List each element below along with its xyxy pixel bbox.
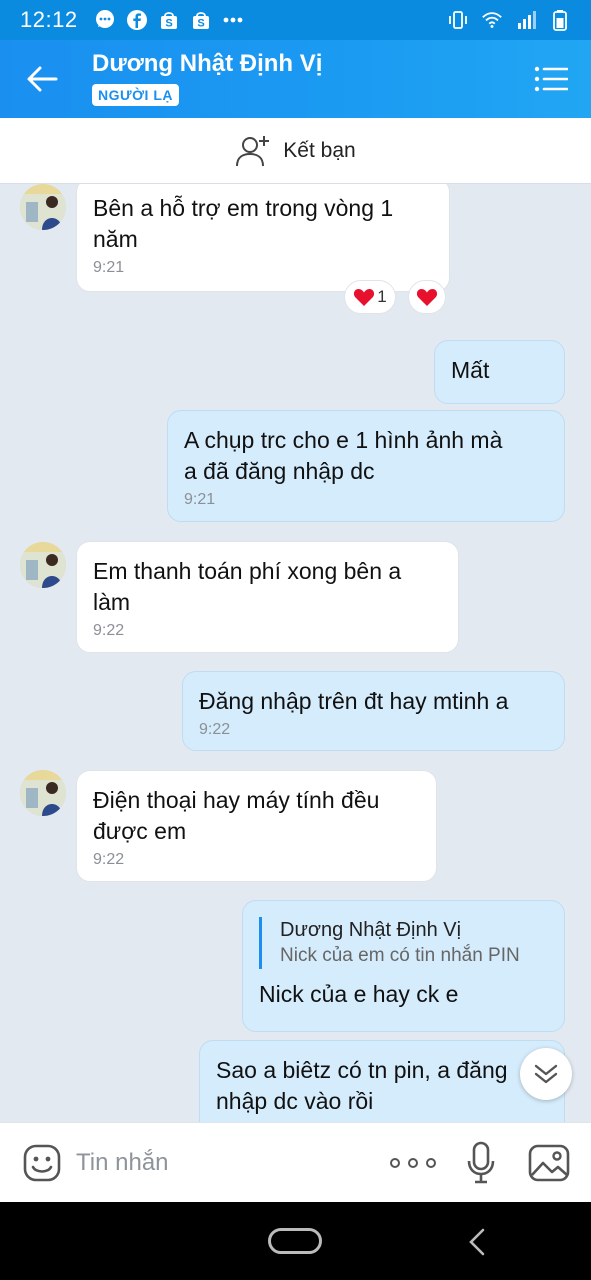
back-button[interactable] [22,62,62,96]
contact-name[interactable]: Dương Nhật Định Vị [92,50,322,78]
svg-text:S: S [165,18,172,30]
reaction-badge[interactable] [408,280,446,314]
contact-avatar[interactable] [20,184,66,230]
status-time: 12:12 [20,7,78,32]
more-options-button[interactable] [390,1151,436,1175]
contact-avatar[interactable] [20,770,66,816]
chevron-left-icon [469,1228,485,1256]
dot-icon [390,1158,400,1168]
quote-author: Dương Nhật Định Vị [280,919,462,941]
message-text: Bên a hỗ trợ em trong vòng 1 năm [93,195,394,252]
heart-icon [416,289,438,306]
sticker-button[interactable] [22,1143,62,1183]
message-bubble[interactable]: Dương Nhật Định Vị Nick của em có tin nh… [242,900,565,1032]
chat-header: Dương Nhật Định Vị NGƯỜI LẠ [0,40,591,118]
message-time: 9:22 [199,721,231,738]
message-time: 9:21 [184,491,216,508]
double-chevron-down-icon [534,1064,558,1084]
reaction-badge[interactable]: 1 [344,280,396,314]
reaction-count: 1 [377,287,387,306]
message-bubble[interactable]: Sao a biêtz có tn pin, a đăng nhập dc vào… [199,1040,565,1122]
signal-icon [515,9,537,31]
message-bubble[interactable]: Em thanh toán phí xong bên a làm 9:22 [76,541,459,653]
add-friend-label: Kết bạn [283,138,356,162]
microphone-icon [467,1141,495,1184]
message-bubble[interactable]: Mất [434,340,565,404]
message-bubble[interactable]: A chụp trc cho e 1 hình ảnh mà a đã đăng … [167,410,565,522]
more-dots-icon [222,9,244,31]
dot-icon [426,1158,436,1168]
contact-avatar[interactable] [20,542,66,588]
message-bubble[interactable]: Bên a hỗ trợ em trong vòng 1 năm 9:21 [76,184,450,292]
message-bubble[interactable]: Điện thoại hay máy tính đều được em 9:22 [76,770,437,882]
heart-icon [354,289,375,306]
message-time: 9:22 [93,622,125,639]
smiley-icon [23,1144,61,1182]
photo-button[interactable] [528,1143,570,1183]
scroll-to-bottom-button[interactable] [520,1048,572,1100]
system-back-button[interactable] [466,1228,488,1256]
message-text: Điện thoại hay máy tính đều được em [93,787,380,844]
shop-icon: S [158,9,180,31]
message-text: Sao a biêtz có tn pin, a đăng nhập dc vào… [216,1057,508,1114]
reply-quote[interactable]: Dương Nhật Định Vị Nick của em có tin nh… [259,917,548,969]
status-bar: 12:12 S S [0,0,591,40]
options-menu-button[interactable] [533,62,569,96]
quote-text: Nick của em có tin nhắn PIN [280,945,520,966]
message-text: Mất [451,357,490,383]
list-menu-icon [534,66,568,92]
dot-icon [408,1158,418,1168]
svg-text:S: S [197,18,204,30]
message-text: Đăng nhập trên đt hay mtinh a [199,688,509,714]
voice-message-button[interactable] [466,1141,496,1185]
add-friend-button[interactable]: Kết bạn [0,118,591,184]
message-text: A chụp trc cho e 1 hình ảnh mà a đã đăng … [184,427,503,484]
shop-icon: S [190,9,212,31]
message-input[interactable] [76,1143,366,1183]
vibrate-icon [447,9,469,31]
message-time: 9:21 [93,259,125,276]
message-bubble[interactable]: Đăng nhập trên đt hay mtinh a 9:22 [182,671,565,751]
system-icons [447,9,571,31]
system-navigation-bar [0,1202,591,1280]
stranger-badge: NGƯỜI LẠ [92,84,179,106]
message-input-bar [0,1122,591,1202]
chat-message-list[interactable]: Bên a hỗ trợ em trong vòng 1 năm 9:21 1 M… [0,184,591,1122]
message-time: 9:22 [93,851,125,868]
facebook-icon [126,9,148,31]
message-text: Nick của e hay ck e [259,981,459,1007]
add-user-icon [236,135,270,166]
image-icon [528,1144,570,1182]
wifi-icon [481,9,503,31]
notification-icons: S S [94,9,244,31]
battery-icon [549,9,571,31]
message-text: Em thanh toán phí xong bên a làm [93,558,402,615]
home-button[interactable] [268,1228,322,1254]
arrow-left-icon [27,66,58,92]
chat-bubble-icon [94,9,116,31]
